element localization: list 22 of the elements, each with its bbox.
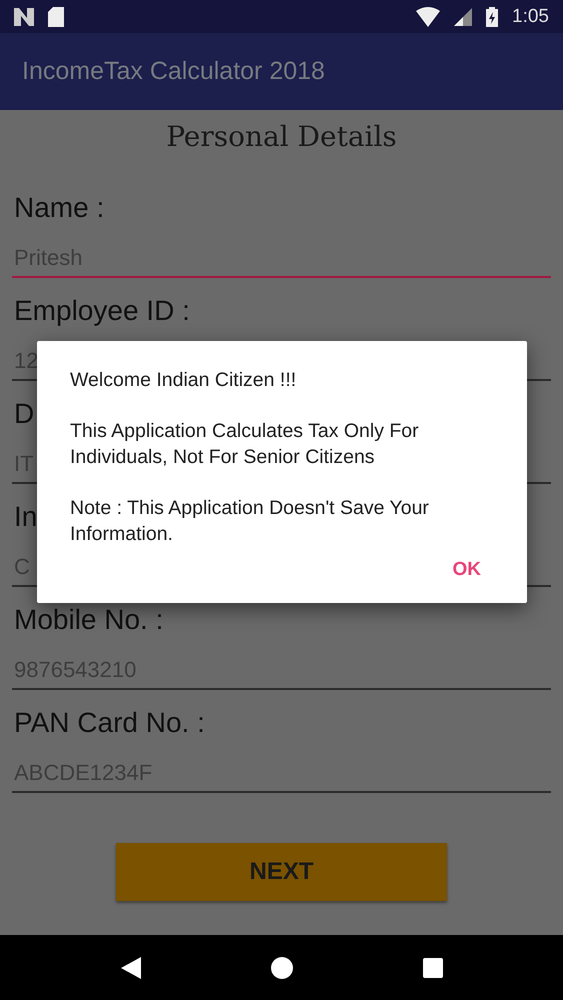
ok-button[interactable]: OK [452,559,481,581]
home-icon[interactable] [270,956,292,978]
field-label: Mobile No. : [14,604,164,637]
back-icon[interactable] [120,956,140,978]
battery-icon [486,6,498,26]
sd-card-icon [48,6,64,26]
field-label: Employee ID : [14,295,190,328]
wifi-icon [416,6,440,26]
next-button[interactable]: NEXT [116,843,447,901]
app-title: IncomeTax Calculator 2018 [22,57,325,86]
field-label: In [14,501,38,534]
status-time: 1:05 [512,6,549,28]
field-label: D [14,398,34,431]
field-label: Name : [14,192,104,225]
section-heading: Personal Details [165,120,398,153]
signal-icon [454,8,472,26]
recents-icon[interactable] [422,958,442,978]
dialog-message: This Application Calculates Tax Only For Individuals, Not For Senior Citizens [70,419,420,470]
notification-icon [14,8,34,26]
field-label: PAN Card No. : [14,707,205,740]
dialog-message: Welcome Indian Citizen !!! [70,368,298,393]
dialog-message: Note : This Application Doesn't Save Your Information. [70,496,430,547]
